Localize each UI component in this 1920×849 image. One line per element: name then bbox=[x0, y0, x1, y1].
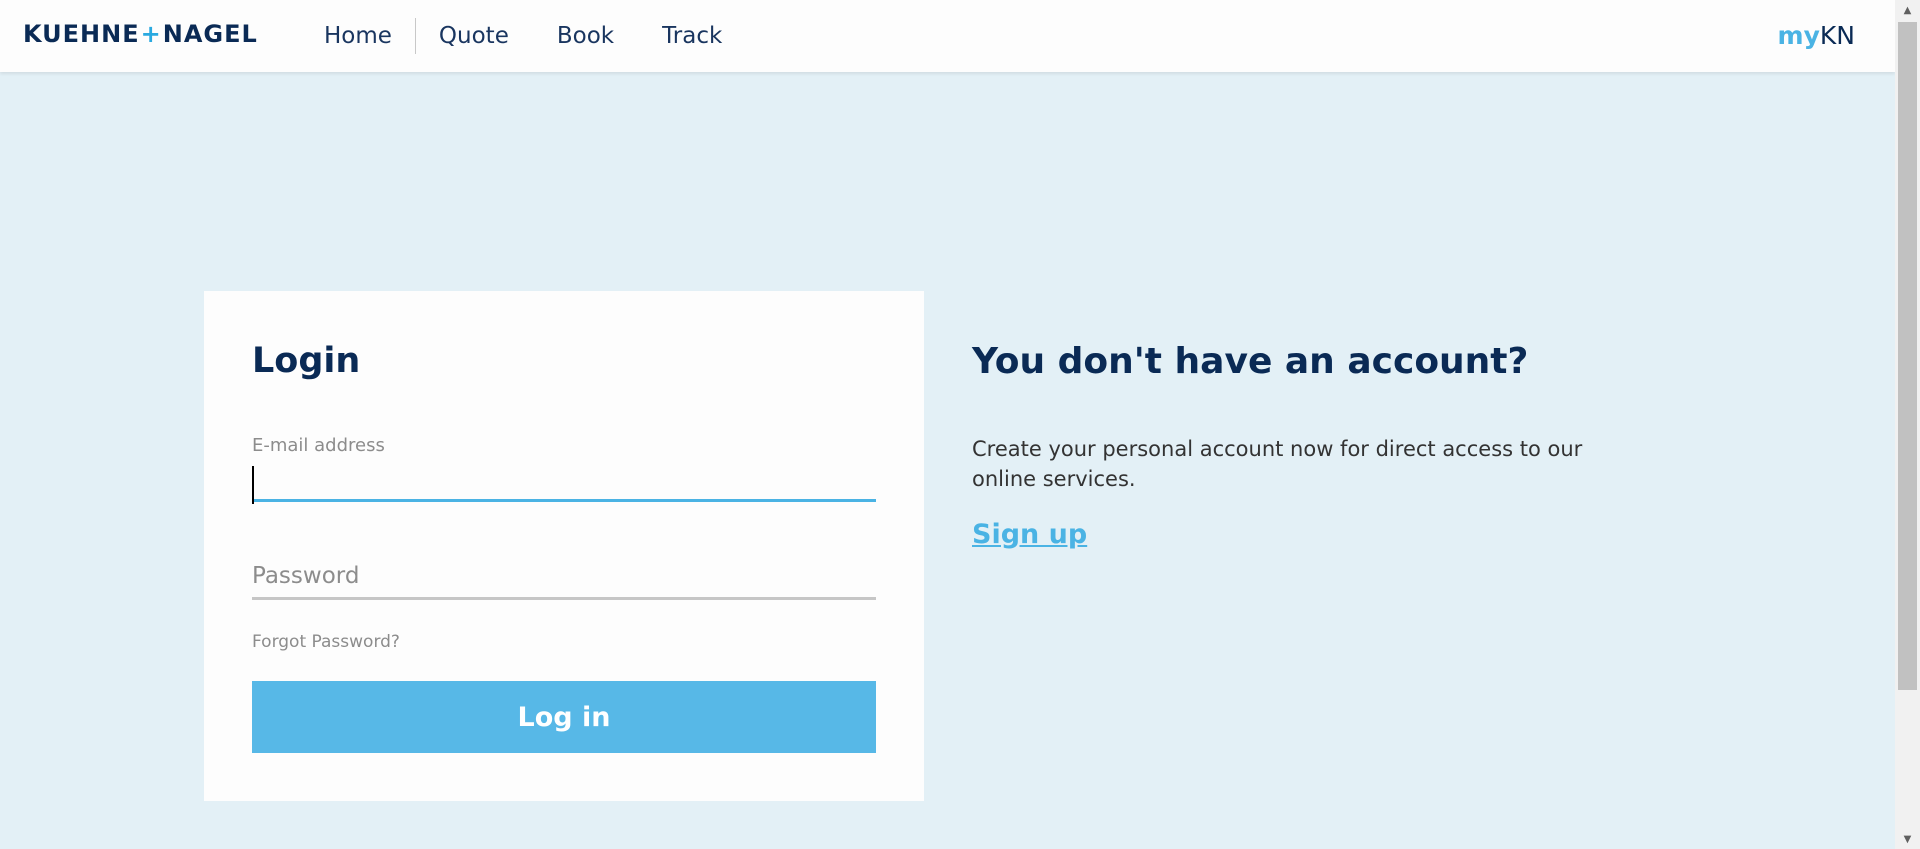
scroll-up-arrow-icon[interactable]: ▲ bbox=[1895, 0, 1920, 20]
mykn-link[interactable]: myKN bbox=[1778, 21, 1855, 50]
nav-book[interactable]: Book bbox=[557, 23, 614, 49]
mykn-kn: KN bbox=[1819, 21, 1855, 50]
nav-quote[interactable]: Quote bbox=[439, 23, 509, 49]
nav-home[interactable]: Home bbox=[324, 23, 392, 49]
login-title: Login bbox=[252, 341, 361, 381]
logo-text-right: NAGEL bbox=[162, 20, 258, 48]
forgot-password-link[interactable]: Forgot Password? bbox=[252, 632, 400, 652]
logo-text-left: KUEHNE bbox=[23, 20, 140, 48]
signup-heading: You don't have an account? bbox=[972, 341, 1529, 382]
mykn-my: my bbox=[1777, 21, 1820, 50]
kuehne-nagel-logo[interactable]: KUEHNE+NAGEL bbox=[23, 20, 258, 48]
email-label: E-mail address bbox=[252, 435, 385, 456]
logo-plus: + bbox=[140, 20, 162, 48]
signup-link[interactable]: Sign up bbox=[972, 519, 1087, 550]
vertical-scrollbar[interactable]: ▲ ▼ bbox=[1895, 0, 1920, 849]
password-field[interactable] bbox=[252, 555, 876, 600]
login-button[interactable]: Log in bbox=[252, 681, 876, 753]
nav-divider bbox=[414, 18, 416, 54]
nav-track[interactable]: Track bbox=[662, 23, 722, 49]
email-field[interactable] bbox=[252, 463, 876, 502]
login-card: Login E-mail address Forgot Password? Lo… bbox=[204, 291, 924, 801]
signup-description: Create your personal account now for dir… bbox=[972, 437, 1583, 491]
scroll-down-arrow-icon[interactable]: ▼ bbox=[1895, 829, 1920, 849]
top-navigation-bar: KUEHNE+NAGEL Home Quote Book Track myKN bbox=[0, 0, 1895, 72]
scrollbar-thumb[interactable] bbox=[1898, 22, 1917, 690]
text-caret bbox=[252, 466, 254, 504]
main-nav: Home Quote Book Track bbox=[324, 0, 722, 72]
